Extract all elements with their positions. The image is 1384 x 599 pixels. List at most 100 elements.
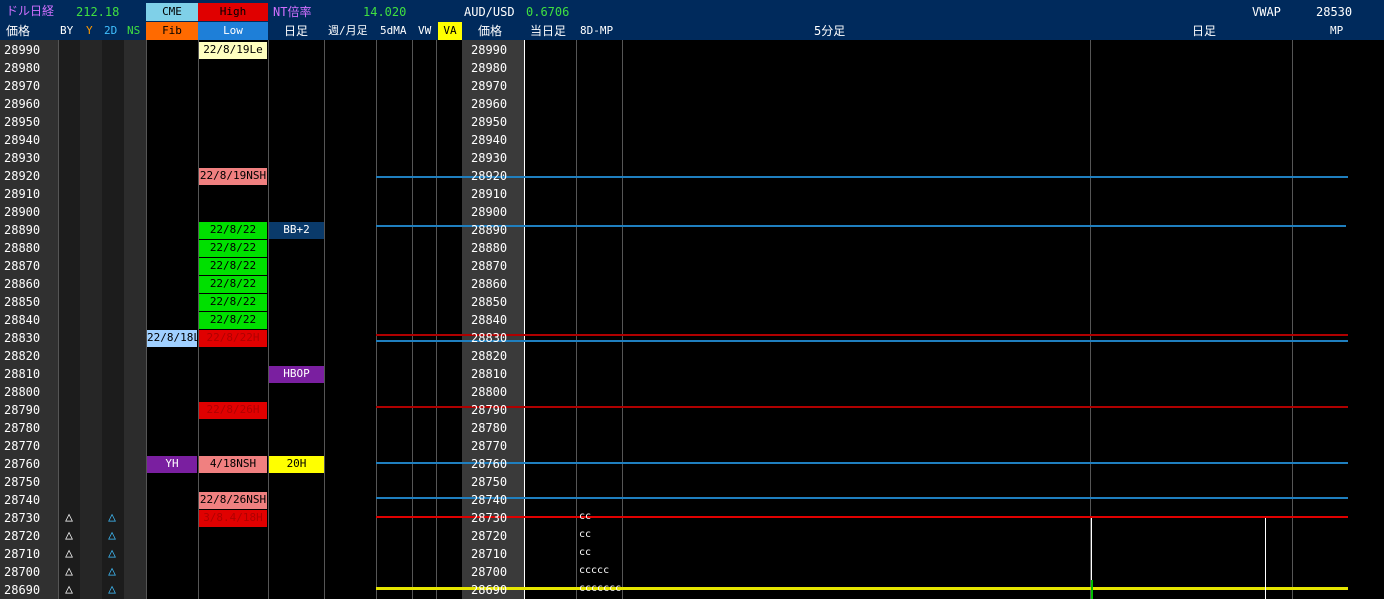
high-low-marker: 3/8.4/18H: [199, 510, 267, 527]
price-cell: 28860: [471, 277, 508, 291]
daily-marker: HBOP: [269, 366, 324, 383]
y-column: [80, 40, 102, 599]
price-cell: 28840: [4, 313, 41, 327]
by-header: BY: [60, 24, 74, 37]
price-cell: 28730: [471, 511, 508, 525]
price-cell: 28770: [4, 439, 41, 453]
separator: [58, 40, 59, 599]
price-cell: 28990: [471, 43, 508, 57]
price-cell: 28830: [4, 331, 41, 345]
separator: [324, 40, 325, 599]
price-cell: 28800: [4, 385, 41, 399]
price-cell: 28710: [471, 547, 508, 561]
triangle-icon: △: [108, 564, 116, 579]
daily2-header: 日足: [1192, 24, 1217, 38]
triangle-icon: △: [108, 510, 116, 525]
price-cell: 28720: [471, 529, 508, 543]
high-low-marker: 22/8/22H: [199, 330, 267, 347]
tpo-letters: cc: [579, 511, 592, 522]
daily-header: 日足: [284, 24, 309, 38]
tpo-letters: ccccc: [579, 565, 610, 576]
price-cell: 28930: [471, 151, 508, 165]
separator: [146, 40, 147, 599]
triangle-icon: △: [108, 582, 116, 597]
audusd-label: AUD/USD: [464, 5, 515, 19]
price-cell: 28900: [471, 205, 508, 219]
low-header: Low: [198, 22, 268, 40]
price-cell: 28780: [471, 421, 508, 435]
price-cell: 28790: [4, 403, 41, 417]
price-cell: 28890: [4, 223, 41, 237]
triangle-icon: △: [108, 528, 116, 543]
audusd-value: 0.6706: [526, 5, 570, 19]
cme-label: CME: [146, 3, 198, 21]
price-cell: 28810: [471, 367, 508, 381]
va-header: VA: [438, 22, 462, 40]
price-cell: 28940: [4, 133, 41, 147]
tpo-letters: cc: [579, 547, 592, 558]
high-low-marker: 22/8/26NSH: [199, 492, 267, 509]
candle-body: [1091, 580, 1093, 599]
price-cell: 28970: [4, 79, 41, 93]
high-low-marker: 22/8/22: [199, 258, 267, 275]
8d-mp-header: 8D-MP: [580, 24, 614, 37]
price-cell: 28950: [4, 115, 41, 129]
price-cell: 28810: [4, 367, 41, 381]
price-cell: 28910: [4, 187, 41, 201]
mp-header: MP: [1330, 24, 1344, 37]
price-cell: 28780: [4, 421, 41, 435]
nt-ratio-value: 14.020: [363, 5, 407, 19]
high-low-marker: 22/8/26H: [199, 402, 267, 419]
price-cell: 28760: [4, 457, 41, 471]
price2-header: 価格: [478, 24, 503, 38]
5dma-header: 5dMA: [380, 24, 407, 37]
high-low-marker: 22/8/22: [199, 240, 267, 257]
price-cell: 28750: [4, 475, 41, 489]
triangle-icon: △: [65, 582, 73, 597]
separator: [268, 40, 269, 599]
price-cell: 28750: [471, 475, 508, 489]
price-cell: 28890: [471, 223, 508, 237]
candle-wick: [1265, 518, 1266, 599]
price-cell: 28800: [471, 385, 508, 399]
price-cell: 28870: [471, 259, 508, 273]
nt-ratio-label: NT倍率: [273, 5, 312, 19]
price-cell: 28740: [4, 493, 41, 507]
daily-marker: BB+2: [269, 222, 324, 239]
dollar-nikkei-label: ドル日経: [6, 4, 55, 18]
ns-header: NS: [127, 24, 141, 37]
price-header: 価格: [6, 24, 31, 38]
tpo-letters: ccccccc: [579, 583, 622, 594]
price-cell: 28700: [471, 565, 508, 579]
fib-marker: YH: [147, 456, 197, 473]
price-cell: 28770: [471, 439, 508, 453]
price-cell: 28980: [4, 61, 41, 75]
vwap-value: 28530: [1316, 5, 1353, 19]
triangle-icon: △: [65, 546, 73, 561]
triangle-icon: △: [65, 510, 73, 525]
daily-marker: 20H: [269, 456, 324, 473]
week-month-header: 週/月足: [328, 24, 368, 37]
price-cell: 28720: [4, 529, 41, 543]
price-cell: 28960: [471, 97, 508, 111]
triangle-icon: △: [65, 528, 73, 543]
price-cell: 28690: [471, 583, 508, 597]
price-cell: 28740: [471, 493, 508, 507]
fib-marker: 22/8/18L: [147, 330, 197, 347]
today-header: 当日足: [530, 24, 567, 38]
high-low-marker: 22/8/22: [199, 294, 267, 311]
vwap-label: VWAP: [1252, 5, 1281, 19]
price-cell: 28790: [471, 403, 508, 417]
2d-header: 2D: [104, 24, 118, 37]
price-cell: 28730: [4, 511, 41, 525]
price-cell: 28910: [471, 187, 508, 201]
price-cell: 28920: [4, 169, 41, 183]
price-cell: 28880: [4, 241, 41, 255]
high-low-marker: 22/8/22: [199, 276, 267, 293]
price-cell: 28820: [471, 349, 508, 363]
y-header: Y: [86, 24, 93, 37]
triangle-icon: △: [108, 546, 116, 561]
price-cell: 28950: [471, 115, 508, 129]
5min-header: 5分足: [814, 24, 846, 38]
price-cell: 28840: [471, 313, 508, 327]
